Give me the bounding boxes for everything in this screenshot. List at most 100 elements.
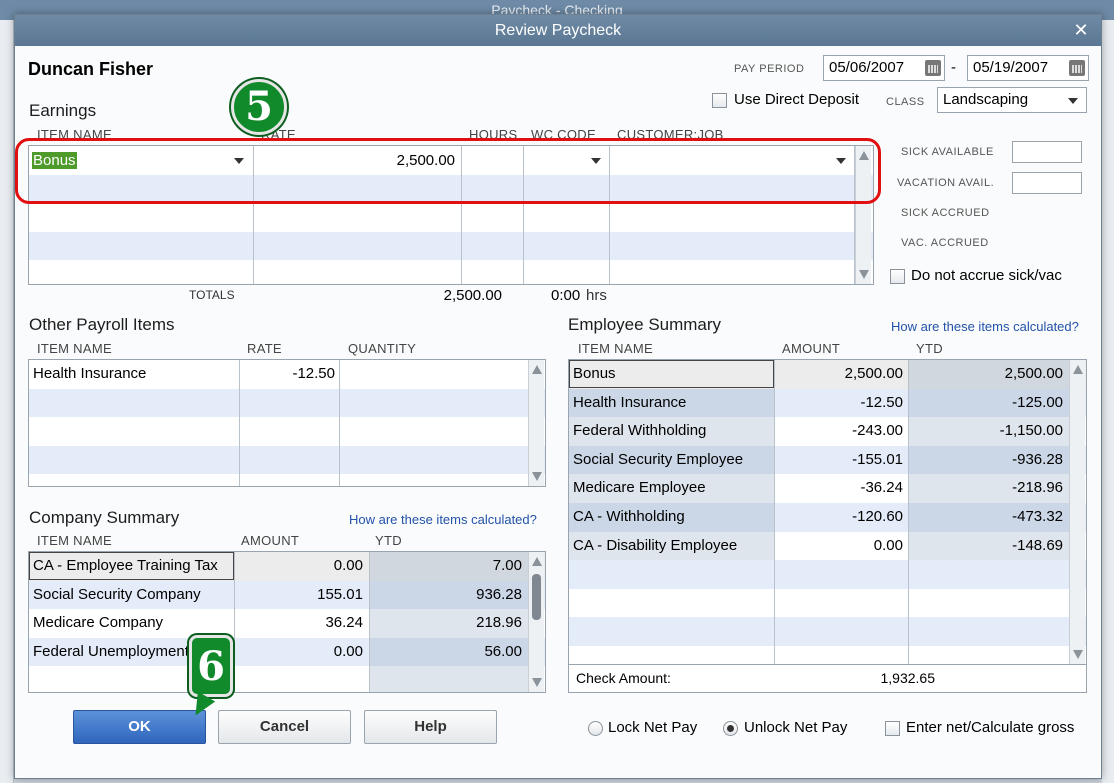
employee-header-ytd: YTD bbox=[916, 341, 943, 356]
scroll-up-icon[interactable] bbox=[532, 557, 542, 566]
company-amount-cell[interactable]: 0.00 bbox=[237, 638, 363, 666]
employee-amount-cell[interactable]: 0.00 bbox=[777, 532, 903, 560]
employee-ytd-cell[interactable]: 2,500.00 bbox=[911, 360, 1063, 388]
employee-item-cell[interactable]: Health Insurance bbox=[573, 389, 686, 417]
scroll-down-icon[interactable] bbox=[859, 270, 869, 279]
calendar-icon[interactable] bbox=[1069, 60, 1085, 76]
scroll-down-icon[interactable] bbox=[1073, 650, 1083, 659]
table-row[interactable] bbox=[29, 417, 545, 446]
employee-ytd-cell[interactable]: -218.96 bbox=[911, 474, 1063, 502]
employee-amount-cell[interactable]: 2,500.00 bbox=[777, 360, 903, 388]
company-amount-cell[interactable]: 36.24 bbox=[237, 609, 363, 637]
other-header-rate: RATE bbox=[247, 341, 282, 356]
employee-item-cell[interactable]: Medicare Employee bbox=[573, 474, 706, 502]
company-summary-scrollbar[interactable] bbox=[528, 552, 544, 692]
help-button[interactable]: Help bbox=[364, 710, 497, 744]
table-row[interactable] bbox=[569, 560, 1086, 589]
table-row[interactable] bbox=[569, 617, 1086, 646]
enter-net-checkbox[interactable] bbox=[885, 721, 900, 736]
employee-ytd-cell[interactable]: -1,150.00 bbox=[911, 417, 1063, 445]
other-payroll-scrollbar[interactable] bbox=[528, 360, 544, 486]
vacation-available-field[interactable] bbox=[1012, 172, 1082, 194]
table-row[interactable] bbox=[29, 445, 545, 475]
table-row[interactable] bbox=[569, 589, 1086, 618]
employee-summary-scrollbar[interactable] bbox=[1069, 360, 1085, 664]
ok-button[interactable]: OK bbox=[73, 710, 206, 744]
employee-ytd-cell[interactable]: -125.00 bbox=[911, 389, 1063, 417]
sick-available-field[interactable] bbox=[1012, 141, 1082, 163]
pay-period-start-field[interactable]: 05/06/2007 bbox=[823, 55, 945, 81]
totals-amount: 2,500.00 bbox=[443, 287, 502, 304]
cancel-button[interactable]: Cancel bbox=[218, 710, 351, 744]
company-item-cell[interactable]: Social Security Company bbox=[33, 581, 201, 609]
lock-net-pay-label: Lock Net Pay bbox=[608, 719, 698, 736]
employee-ytd-cell[interactable]: -148.69 bbox=[911, 532, 1063, 560]
scroll-down-icon[interactable] bbox=[532, 472, 542, 481]
background-right-strip bbox=[1102, 20, 1114, 783]
company-header-item: ITEM NAME bbox=[37, 533, 112, 548]
no-accrue-checkbox[interactable] bbox=[890, 269, 905, 284]
other-rate-cell[interactable]: -12.50 bbox=[241, 360, 335, 388]
table-row[interactable] bbox=[29, 260, 873, 284]
employee-amount-cell[interactable]: -120.60 bbox=[777, 503, 903, 531]
table-row[interactable] bbox=[29, 203, 873, 232]
company-amount-cell[interactable]: 0.00 bbox=[237, 552, 363, 580]
company-ytd-cell[interactable]: 7.00 bbox=[372, 552, 522, 580]
calendar-icon[interactable] bbox=[925, 60, 941, 76]
background-left-strip bbox=[0, 20, 14, 783]
employee-header-amount: AMOUNT bbox=[782, 341, 841, 356]
scroll-up-icon[interactable] bbox=[532, 365, 542, 374]
direct-deposit-checkbox[interactable] bbox=[712, 93, 727, 108]
company-ytd-cell[interactable]: 936.28 bbox=[372, 581, 522, 609]
table-row[interactable] bbox=[29, 231, 873, 261]
company-ytd-cell[interactable]: 56.00 bbox=[372, 638, 522, 666]
employee-item-cell[interactable]: Federal Withholding bbox=[573, 417, 706, 445]
unlock-net-pay-radio[interactable] bbox=[723, 721, 738, 736]
scroll-up-icon[interactable] bbox=[1073, 365, 1083, 374]
employee-calc-link[interactable]: How are these items calculated? bbox=[891, 319, 1079, 334]
other-header-item: ITEM NAME bbox=[37, 341, 112, 356]
hrs-label: hrs bbox=[586, 287, 607, 304]
company-summary-grid[interactable]: CA - Employee Training Tax 0.00 7.00 Soc… bbox=[28, 551, 546, 693]
chevron-down-icon bbox=[1068, 98, 1078, 104]
pay-period-start-value: 05/06/2007 bbox=[829, 59, 905, 76]
check-amount-value: 1,932.65 bbox=[880, 670, 936, 686]
employee-item-cell[interactable]: Social Security Employee bbox=[573, 446, 743, 474]
employee-item-cell[interactable]: Bonus bbox=[573, 360, 616, 388]
employee-ytd-cell[interactable]: -936.28 bbox=[911, 446, 1063, 474]
column-divider bbox=[234, 552, 235, 692]
employee-summary-grid[interactable]: Bonus 2,500.00 2,500.00 Health Insurance… bbox=[568, 359, 1087, 665]
employee-header-item: ITEM NAME bbox=[578, 341, 653, 356]
pay-period-end-field[interactable]: 05/19/2007 bbox=[967, 55, 1089, 81]
close-icon[interactable]: ✕ bbox=[1071, 15, 1091, 46]
employee-amount-cell[interactable]: -155.01 bbox=[777, 446, 903, 474]
company-item-cell[interactable]: CA - Employee Training Tax bbox=[33, 552, 218, 580]
other-item-cell[interactable]: Health Insurance bbox=[33, 360, 146, 388]
earnings-title: Earnings bbox=[29, 101, 97, 120]
scroll-down-icon[interactable] bbox=[532, 678, 542, 687]
other-payroll-grid[interactable]: Health Insurance -12.50 bbox=[28, 359, 546, 487]
employee-item-cell[interactable]: CA - Disability Employee bbox=[573, 532, 737, 560]
company-item-cell[interactable]: Medicare Company bbox=[33, 609, 163, 637]
check-amount-label: Check Amount: bbox=[576, 670, 671, 686]
other-header-quantity: QUANTITY bbox=[348, 341, 417, 356]
totals-hours: 0:00 bbox=[551, 287, 581, 304]
employee-amount-cell[interactable]: -243.00 bbox=[777, 417, 903, 445]
enter-net-label: Enter net/Calculate gross bbox=[906, 719, 1075, 736]
pay-period-separator: - bbox=[951, 59, 956, 76]
company-calc-link[interactable]: How are these items calculated? bbox=[349, 512, 537, 527]
company-item-cell[interactable]: Federal Unemployment bbox=[33, 638, 189, 666]
step-5-callout: 5 bbox=[231, 79, 287, 135]
employee-amount-cell[interactable]: -12.50 bbox=[777, 389, 903, 417]
table-row[interactable] bbox=[29, 388, 545, 418]
company-ytd-cell[interactable]: 218.96 bbox=[372, 609, 522, 637]
employee-item-cell[interactable]: CA - Withholding bbox=[573, 503, 685, 531]
employee-amount-cell[interactable]: -36.24 bbox=[777, 474, 903, 502]
company-amount-cell[interactable]: 155.01 bbox=[237, 581, 363, 609]
lock-net-pay-radio[interactable] bbox=[588, 721, 603, 736]
class-dropdown[interactable]: Landscaping bbox=[937, 87, 1087, 113]
employee-ytd-cell[interactable]: -473.32 bbox=[911, 503, 1063, 531]
sick-available-label: SICK AVAILABLE bbox=[901, 146, 994, 158]
other-payroll-title: Other Payroll Items bbox=[29, 315, 175, 334]
scroll-thumb[interactable] bbox=[532, 574, 541, 620]
